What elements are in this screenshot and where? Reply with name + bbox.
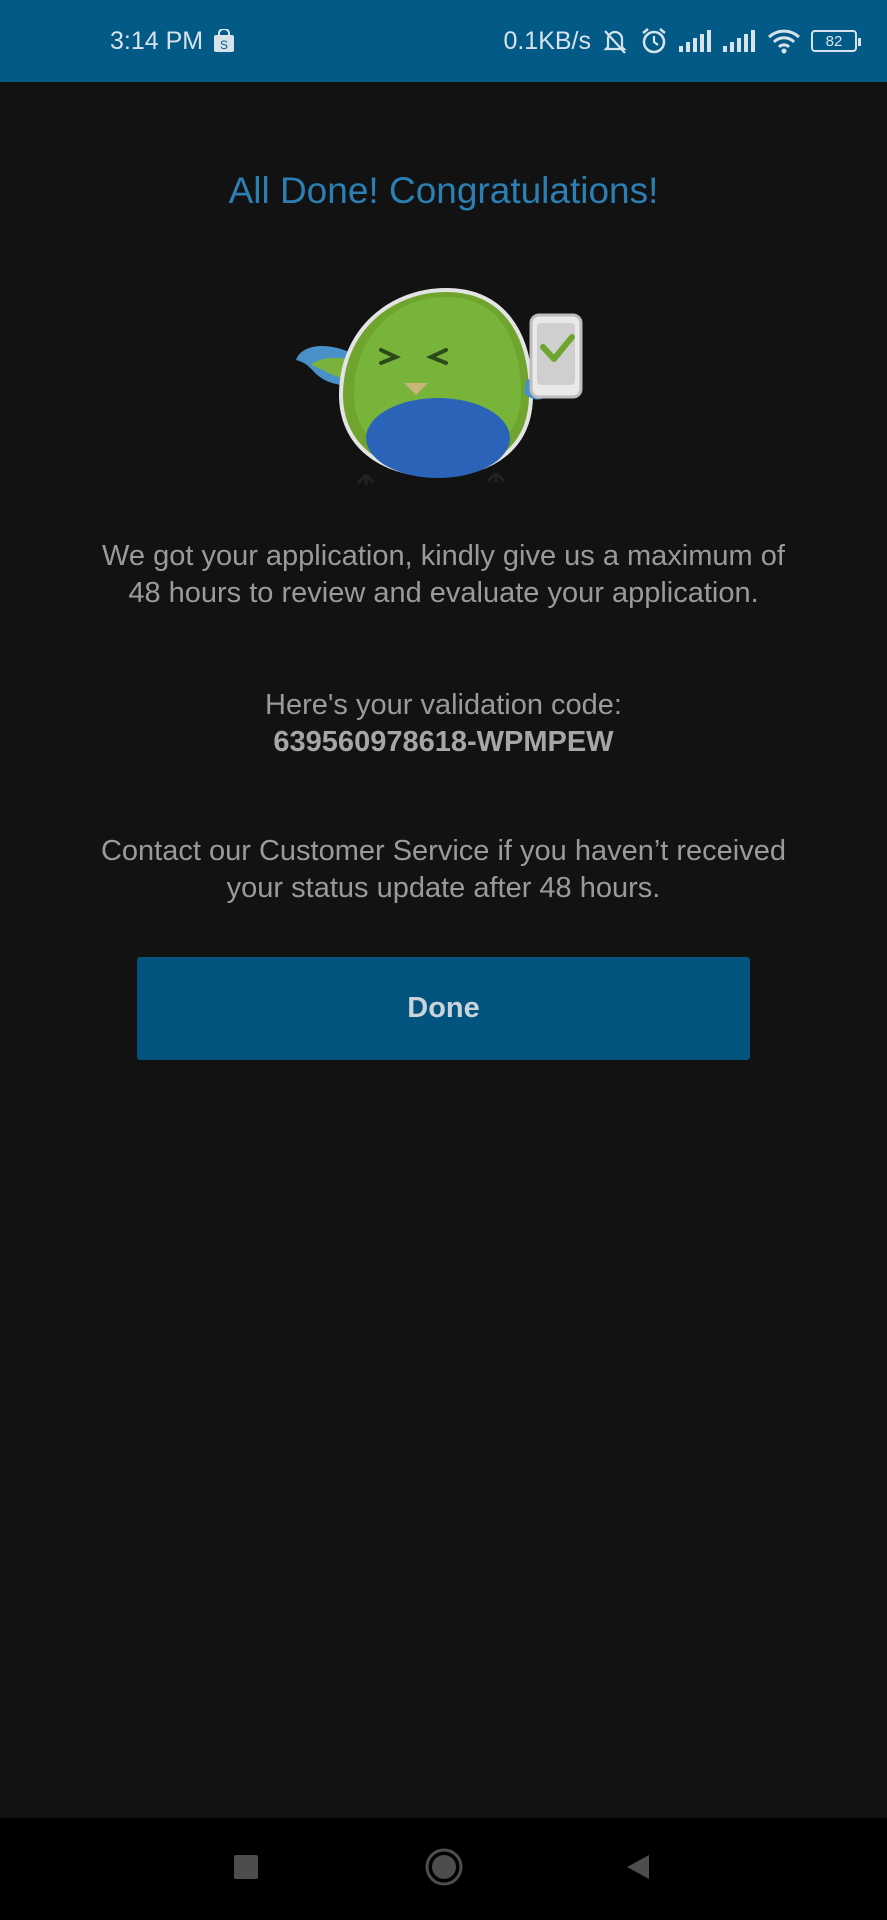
status-bar: 3:14 PM S 0.1KB/s 82	[0, 0, 887, 82]
contact-message-line2: your status update after 48 hours.	[226, 872, 661, 904]
status-bar-left: 3:14 PM S	[110, 27, 235, 56]
validation-code-block: Here's your validation code: 63956097861…	[60, 687, 827, 761]
validation-code-value: 639560978618-WPMPEW	[273, 726, 614, 758]
application-message-line1: We got your application, kindly give us …	[102, 540, 785, 572]
application-message-line2: 48 hours to review and evaluate your app…	[128, 577, 759, 609]
recents-button[interactable]	[216, 1818, 276, 1920]
home-button[interactable]	[414, 1818, 474, 1920]
back-triangle-icon	[625, 1853, 651, 1886]
bell-off-icon	[601, 27, 629, 55]
application-message: We got your application, kindly give us …	[60, 538, 827, 612]
contact-message-line1: Contact our Customer Service if you have…	[100, 835, 787, 867]
page-title: All Done! Congratulations!	[228, 170, 659, 211]
signal-icon	[679, 30, 713, 52]
svg-text:S: S	[220, 38, 228, 52]
alarm-icon	[639, 26, 669, 56]
wifi-icon	[767, 28, 801, 54]
shop-bag-icon: S	[213, 29, 235, 53]
recents-square-icon	[233, 1854, 259, 1885]
navigation-bar	[0, 1818, 887, 1920]
battery-icon: 82	[811, 30, 861, 52]
validation-code-label: Here's your validation code:	[265, 689, 622, 721]
status-time: 3:14 PM	[110, 26, 204, 55]
bird-mascot-image	[296, 285, 596, 485]
done-button[interactable]: Done	[137, 957, 750, 1060]
back-button[interactable]	[608, 1818, 668, 1920]
signal-icon	[723, 30, 757, 52]
battery-level: 82	[825, 32, 843, 50]
contact-message: Contact our Customer Service if you have…	[60, 833, 827, 907]
status-bar-right: 0.1KB/s 82	[503, 26, 861, 56]
home-circle-icon	[424, 1847, 464, 1892]
net-speed: 0.1KB/s	[503, 26, 591, 55]
